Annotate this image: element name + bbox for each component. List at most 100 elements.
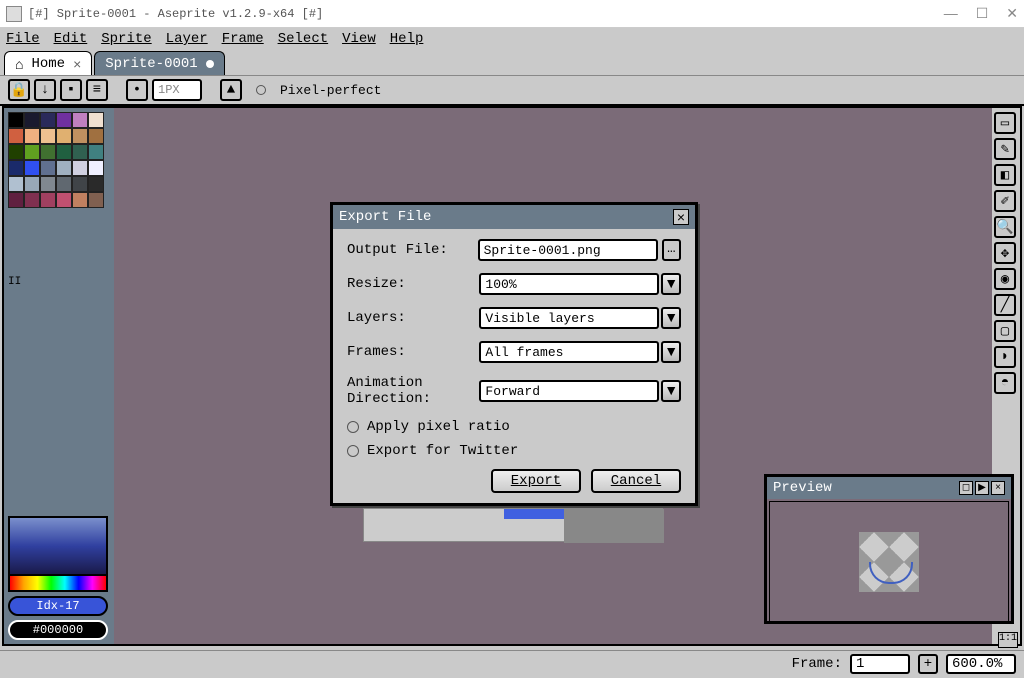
- export-button[interactable]: Export: [491, 469, 581, 493]
- palette-swatch[interactable]: [40, 112, 56, 128]
- tool-rect[interactable]: ▢: [994, 320, 1016, 342]
- animation-dropdown-button[interactable]: ▼: [661, 380, 681, 402]
- menu-view[interactable]: View: [342, 31, 376, 47]
- minimize-button[interactable]: —: [944, 5, 958, 22]
- color-hex-button[interactable]: #000000: [8, 620, 108, 640]
- palette-swatch[interactable]: [72, 112, 88, 128]
- palette-swatch[interactable]: [24, 144, 40, 160]
- palette-swatch[interactable]: [8, 144, 24, 160]
- brush-shape-button[interactable]: •: [126, 79, 148, 101]
- palette-swatch[interactable]: [88, 144, 104, 160]
- menu-file[interactable]: File: [6, 31, 40, 47]
- palette-swatch[interactable]: [72, 128, 88, 144]
- tab-sprite[interactable]: Sprite-0001: [94, 51, 224, 75]
- palette-swatch[interactable]: [24, 112, 40, 128]
- tool-blur[interactable]: ◓: [994, 372, 1016, 394]
- dialog-close-button[interactable]: ×: [673, 209, 689, 225]
- resize-select[interactable]: [479, 273, 659, 295]
- preview-center-button[interactable]: ◻: [959, 481, 973, 495]
- layers-select[interactable]: [479, 307, 659, 329]
- pixel-perfect-radio[interactable]: [256, 85, 266, 95]
- palette-swatch[interactable]: [88, 176, 104, 192]
- palette-swatch[interactable]: [88, 160, 104, 176]
- color-palette[interactable]: [8, 112, 110, 272]
- menu-layer[interactable]: Layer: [166, 31, 208, 47]
- menu-select[interactable]: Select: [278, 31, 328, 47]
- preview-close-button[interactable]: ×: [991, 481, 1005, 495]
- tool-pencil[interactable]: ✎: [994, 138, 1016, 160]
- options-button[interactable]: ≡: [86, 79, 108, 101]
- palette-swatch[interactable]: [8, 128, 24, 144]
- resize-dropdown-button[interactable]: ▼: [661, 273, 681, 295]
- palette-swatch[interactable]: [24, 176, 40, 192]
- palette-swatch[interactable]: [24, 160, 40, 176]
- palette-swatch[interactable]: [40, 128, 56, 144]
- palette-swatch[interactable]: [72, 192, 88, 208]
- output-file-input[interactable]: [478, 239, 658, 261]
- export-twitter-checkbox[interactable]: Export for Twitter: [347, 443, 681, 459]
- palette-swatch[interactable]: [88, 128, 104, 144]
- folder-button[interactable]: ▪: [60, 79, 82, 101]
- palette-swatch[interactable]: [40, 192, 56, 208]
- palette-swatch[interactable]: [8, 112, 24, 128]
- aspect-ratio-indicator[interactable]: 1:1: [998, 632, 1018, 648]
- frames-dropdown-button[interactable]: ▼: [661, 341, 681, 363]
- palette-swatch[interactable]: [56, 176, 72, 192]
- frame-input[interactable]: [850, 654, 910, 674]
- tool-marquee[interactable]: ▭: [994, 112, 1016, 134]
- palette-swatch[interactable]: [56, 192, 72, 208]
- preview-titlebar[interactable]: Preview ◻ ▶ ×: [767, 477, 1011, 499]
- close-button[interactable]: ✕: [1006, 5, 1018, 22]
- menu-help[interactable]: Help: [390, 31, 424, 47]
- palette-swatch[interactable]: [56, 160, 72, 176]
- menu-sprite[interactable]: Sprite: [101, 31, 151, 47]
- palette-swatch[interactable]: [88, 192, 104, 208]
- palette-swatch[interactable]: [24, 128, 40, 144]
- preview-body[interactable]: [769, 501, 1009, 623]
- color-index-button[interactable]: Idx-17: [8, 596, 108, 616]
- palette-swatch[interactable]: [56, 112, 72, 128]
- palette-swatch[interactable]: [88, 112, 104, 128]
- palette-swatch[interactable]: [72, 176, 88, 192]
- timeline-strip[interactable]: [363, 508, 663, 542]
- palette-swatch[interactable]: [8, 176, 24, 192]
- palette-swatch[interactable]: [24, 192, 40, 208]
- ink-button[interactable]: ▲: [220, 79, 242, 101]
- palette-swatch[interactable]: [72, 144, 88, 160]
- tool-move[interactable]: ✥: [994, 242, 1016, 264]
- menu-edit[interactable]: Edit: [54, 31, 88, 47]
- palette-swatch[interactable]: [40, 144, 56, 160]
- palette-swatch[interactable]: [40, 160, 56, 176]
- menu-frame[interactable]: Frame: [222, 31, 264, 47]
- color-spectrum[interactable]: [8, 576, 108, 592]
- cancel-button[interactable]: Cancel: [591, 469, 681, 493]
- color-gradient[interactable]: [8, 516, 108, 576]
- palette-swatch[interactable]: [8, 160, 24, 176]
- tool-line[interactable]: ╱: [994, 294, 1016, 316]
- tool-eraser[interactable]: ◧: [994, 164, 1016, 186]
- tool-contour[interactable]: ◗: [994, 346, 1016, 368]
- animation-direction-select[interactable]: [479, 380, 659, 402]
- tool-bucket[interactable]: ◉: [994, 268, 1016, 290]
- layers-dropdown-button[interactable]: ▼: [661, 307, 681, 329]
- palette-swatch[interactable]: [72, 160, 88, 176]
- palette-swatch[interactable]: [56, 144, 72, 160]
- zoom-input[interactable]: [946, 654, 1016, 674]
- lock-button[interactable]: 🔒: [8, 79, 30, 101]
- add-frame-button[interactable]: +: [918, 654, 938, 674]
- browse-button[interactable]: …: [662, 239, 681, 261]
- palette-swatch[interactable]: [40, 176, 56, 192]
- palette-swatch[interactable]: [8, 192, 24, 208]
- palette-swatch[interactable]: [56, 128, 72, 144]
- brush-size-input[interactable]: [152, 79, 202, 101]
- frames-select[interactable]: [479, 341, 659, 363]
- apply-pixel-ratio-checkbox[interactable]: Apply pixel ratio: [347, 419, 681, 435]
- tab-home-close[interactable]: ×: [73, 56, 81, 72]
- maximize-button[interactable]: ☐: [976, 5, 989, 22]
- dialog-titlebar[interactable]: Export File ×: [333, 205, 695, 229]
- tab-home[interactable]: ⌂ Home ×: [4, 51, 92, 75]
- arrow-down-button[interactable]: ↓: [34, 79, 56, 101]
- preview-play-button[interactable]: ▶: [975, 481, 989, 495]
- tool-eyedropper[interactable]: ✐: [994, 190, 1016, 212]
- tool-zoom[interactable]: 🔍: [994, 216, 1016, 238]
